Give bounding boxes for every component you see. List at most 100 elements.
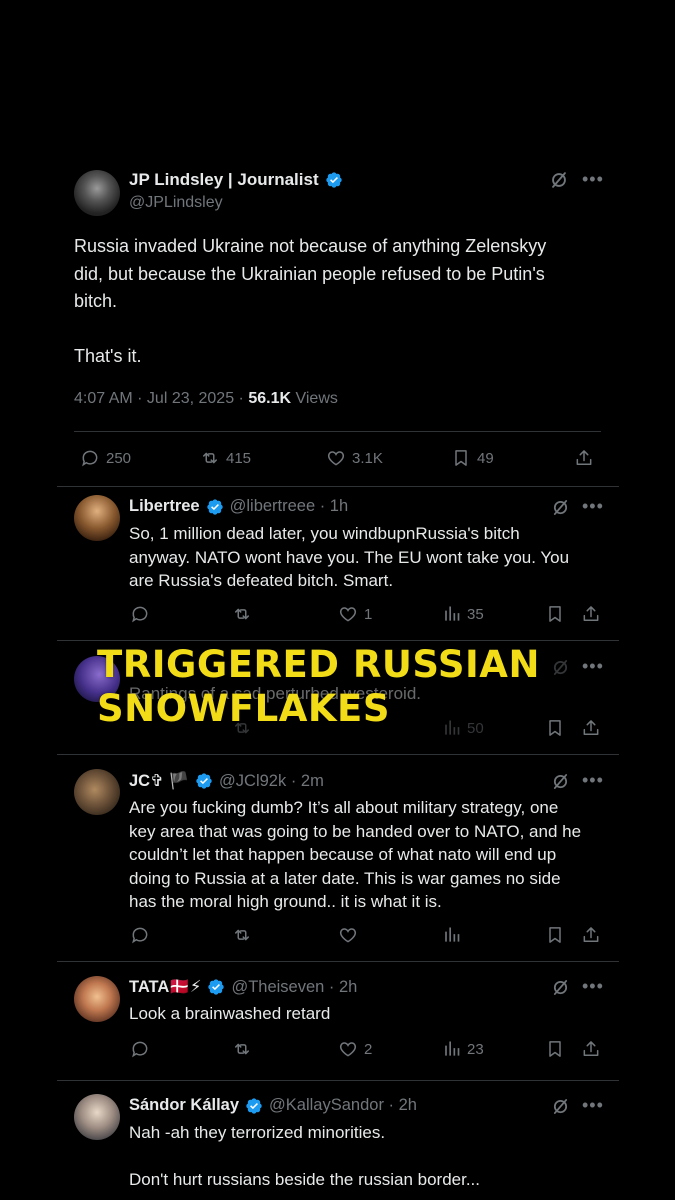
more-icon[interactable]: ••• <box>582 976 604 997</box>
more-icon[interactable]: ••• <box>582 770 604 791</box>
grok-icon[interactable] <box>550 1096 571 1122</box>
reply-button[interactable] <box>130 925 150 945</box>
reply-button[interactable] <box>130 1039 150 1059</box>
avatar[interactable] <box>74 1094 120 1140</box>
avatar[interactable] <box>74 769 120 815</box>
avatar[interactable] <box>74 495 120 541</box>
reply-count: 250 <box>106 449 132 467</box>
bookmark-icon <box>545 718 565 738</box>
bookmark-button[interactable]: 49 <box>451 448 494 468</box>
like-button[interactable]: 2 <box>338 1039 372 1059</box>
share-button[interactable] <box>581 718 601 738</box>
author-name[interactable]: JC✞ 🏴 <box>129 771 189 791</box>
verified-badge-icon <box>245 1097 263 1115</box>
tweet-text: Russia invaded Ukraine not because of an… <box>74 233 546 371</box>
author-name[interactable]: TATA🇩🇰⚡ <box>129 977 201 997</box>
repost-button[interactable]: 415 <box>200 448 251 468</box>
handle-time[interactable]: @libertreee · 1h <box>230 497 349 516</box>
bookmark-button[interactable] <box>545 1039 565 1059</box>
repost-button[interactable] <box>232 1039 252 1059</box>
bookmark-icon <box>545 925 565 945</box>
more-icon[interactable]: ••• <box>582 169 604 190</box>
like-button[interactable]: 1 <box>338 604 372 624</box>
reply-icon <box>130 1039 150 1059</box>
grok-icon[interactable] <box>550 977 571 1003</box>
views-count: 23 <box>467 1040 484 1058</box>
avatar[interactable] <box>74 170 120 216</box>
grok-icon[interactable] <box>550 771 571 797</box>
more-icon[interactable]: ••• <box>582 496 604 517</box>
verified-badge-icon <box>207 978 225 996</box>
like-count: 3.1K <box>352 449 383 467</box>
tweet-text-line: anyway. NATO wont have you. The EU wont … <box>129 547 570 567</box>
tweet-text: Nah -ah they terrorized minorities. Don'… <box>129 1121 480 1192</box>
bookmark-icon <box>545 1039 565 1059</box>
tweet-text-line: So, 1 million dead later, you windbupnRu… <box>129 524 520 543</box>
share-icon <box>581 604 601 624</box>
tweet-text-line: bitch. <box>74 291 118 311</box>
overlay-caption-line: TRIGGERED RUSSIAN <box>97 643 540 686</box>
reply-button[interactable] <box>130 604 150 624</box>
verified-badge-icon <box>195 772 213 790</box>
reply-button[interactable]: 250 <box>80 448 131 468</box>
tweet-text-line: key area that was going to be handed ove… <box>129 821 582 841</box>
handle-time[interactable]: @KallaySandor · 2h <box>269 1096 417 1115</box>
views-label: Views <box>291 390 338 407</box>
reply-icon <box>130 604 150 624</box>
like-icon <box>338 925 358 945</box>
share-button[interactable] <box>581 925 601 945</box>
divider <box>57 486 619 487</box>
author-handle[interactable]: @JPLindsley <box>129 194 223 212</box>
bookmark-button[interactable] <box>545 604 565 624</box>
reply-icon <box>130 925 150 945</box>
bookmark-button[interactable] <box>545 925 565 945</box>
handle-time[interactable]: @Theiseven · 2h <box>231 978 357 997</box>
divider <box>57 1080 619 1081</box>
tweet-text: Are you fucking dumb? It’s all about mil… <box>129 796 581 914</box>
repost-button[interactable] <box>232 925 252 945</box>
like-count: 1 <box>364 605 373 623</box>
more-icon[interactable]: ••• <box>582 656 604 677</box>
share-button[interactable] <box>574 448 594 468</box>
overlay-caption: TRIGGERED RUSSIAN SNOWFLAKES <box>97 643 540 731</box>
more-icon[interactable]: ••• <box>582 1095 604 1116</box>
divider <box>57 754 619 755</box>
like-button[interactable]: 3.1K <box>326 448 383 468</box>
repost-button[interactable] <box>232 604 252 624</box>
share-button[interactable] <box>581 604 601 624</box>
tweet-text-line: has the moral high ground.. it is what i… <box>129 892 442 911</box>
tweet-text: So, 1 million dead later, you windbupnRu… <box>129 522 569 593</box>
views-count: 56.1K <box>248 390 292 407</box>
tweet-text-line: Russia invaded Ukraine not because of an… <box>74 236 547 256</box>
like-button[interactable] <box>338 925 358 945</box>
grok-icon[interactable] <box>550 497 571 523</box>
share-icon <box>581 1039 601 1059</box>
views-button[interactable]: 23 <box>441 1039 484 1059</box>
handle-time[interactable]: @JCl92k · 2m <box>219 772 324 791</box>
views-icon <box>441 925 461 945</box>
divider <box>74 431 601 432</box>
views-button[interactable] <box>441 925 461 945</box>
avatar[interactable] <box>74 976 120 1022</box>
grok-icon[interactable] <box>550 657 571 683</box>
author-name[interactable]: Sándor Kállay <box>129 1096 239 1115</box>
divider <box>57 961 619 962</box>
views-button[interactable]: 35 <box>441 604 484 624</box>
tweet-text-line: Nah -ah they terrorized minorities. <box>129 1123 386 1142</box>
reply-icon <box>80 448 100 468</box>
tweet-text-line: are Russia's defeated bitch. Smart. <box>129 571 394 590</box>
tweet-text-line: Are you fucking dumb? It’s all about mil… <box>129 798 559 817</box>
bookmark-button[interactable] <box>545 718 565 738</box>
grok-icon[interactable] <box>548 169 570 196</box>
bookmark-icon <box>451 448 471 468</box>
timestamp[interactable]: 4:07 AM · Jul 23, 2025 · <box>74 390 248 407</box>
bookmark-count: 49 <box>477 449 494 467</box>
share-button[interactable] <box>581 1039 601 1059</box>
views-icon <box>441 604 461 624</box>
like-icon <box>338 1039 358 1059</box>
author-name[interactable]: Libertree <box>129 497 200 516</box>
author-name[interactable]: JP Lindsley | Journalist <box>129 170 319 190</box>
tweet-text-line: Look a brainwashed retard <box>129 1004 331 1023</box>
tweet-text-line: couldn’t let that happen because of what… <box>129 845 557 864</box>
repost-icon <box>232 604 252 624</box>
